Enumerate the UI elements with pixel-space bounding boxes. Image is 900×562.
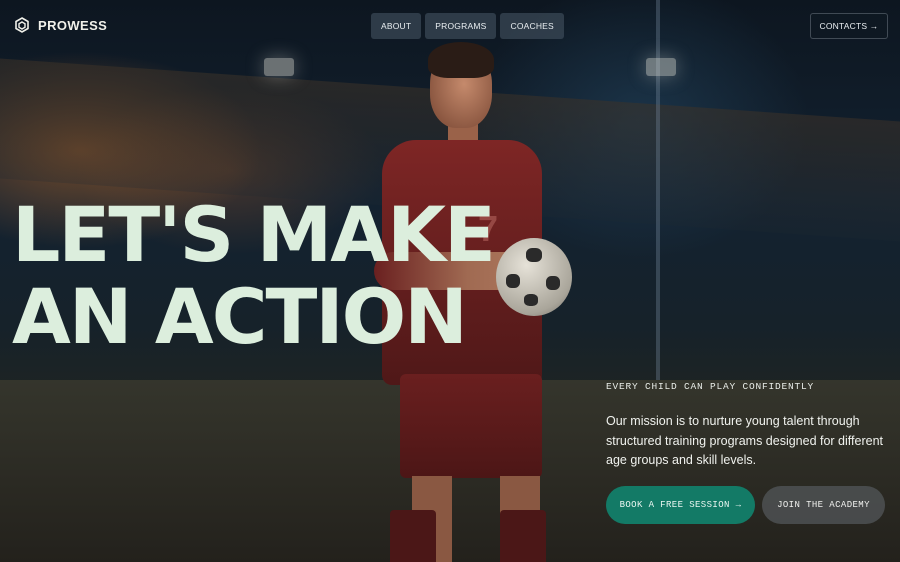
floodlight-lamp — [646, 58, 676, 76]
headline-line-1: LET'S MAKE — [12, 190, 496, 279]
nav-item-programs[interactable]: PROGRAMS — [425, 13, 497, 39]
contacts-button[interactable]: CONTACTS → — [810, 13, 888, 39]
nav-item-about[interactable]: ABOUT — [371, 13, 422, 39]
hero-headline: LET'S MAKE AN ACTION — [12, 190, 496, 361]
hero-tagline: EVERY CHILD CAN PLAY CONFIDENTLY — [606, 381, 815, 392]
book-free-session-button[interactable]: BOOK A FREE SESSION → — [606, 486, 755, 524]
nav-item-coaches[interactable]: COACHES — [500, 13, 564, 39]
soccer-ball — [496, 238, 572, 316]
floodlight-lamp — [264, 58, 294, 76]
hexagon-logo-icon — [15, 17, 29, 33]
mission-text: Our mission is to nurture young talent t… — [606, 414, 884, 467]
main-nav: ABOUT PROGRAMS COACHES — [371, 13, 564, 39]
headline-line-2: AN ACTION — [12, 272, 468, 361]
brand-logo[interactable]: PROWESS — [14, 17, 107, 33]
join-academy-button[interactable]: JOIN THE ACADEMY — [762, 486, 885, 524]
brand-name: PROWESS — [38, 17, 108, 33]
floodlight-pole — [656, 0, 660, 380]
